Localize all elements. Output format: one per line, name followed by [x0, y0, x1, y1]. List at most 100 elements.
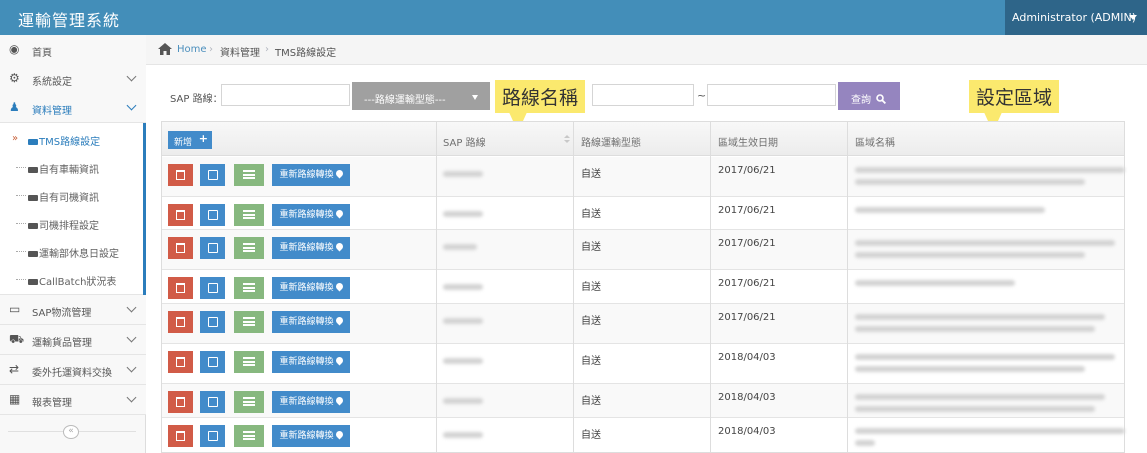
- sidebar-item-reports[interactable]: ▦ 報表管理: [0, 385, 146, 415]
- date-range-separator: ~: [697, 89, 707, 102]
- cell-area-name: [855, 167, 1125, 185]
- cell-sap-route: [443, 356, 483, 367]
- sidebar-item-goods[interactable]: ⛟ 運輸貨品管理: [0, 325, 146, 355]
- edit-button[interactable]: [200, 391, 225, 413]
- edit-button[interactable]: [200, 164, 225, 186]
- details-button[interactable]: [234, 425, 264, 447]
- delete-button[interactable]: [168, 425, 193, 447]
- reroute-button[interactable]: 重新路線轉換: [272, 164, 350, 186]
- reroute-button[interactable]: 重新路線轉換: [272, 351, 350, 373]
- reroute-label: 重新路線轉換: [279, 317, 334, 327]
- breadcrumb-level1[interactable]: 資料管理: [220, 44, 260, 59]
- sidebar-item-home[interactable]: ◉ 首頁: [0, 35, 146, 65]
- reroute-button[interactable]: 重新路線轉換: [272, 237, 350, 259]
- tree-line: [16, 167, 26, 168]
- table-row: 重新路線轉換 自送 2018/04/03: [162, 344, 1124, 384]
- map-marker-icon: [334, 208, 344, 219]
- delete-button[interactable]: [168, 164, 193, 186]
- sidebar-item-system-settings[interactable]: ⚙ 系統設定: [0, 64, 146, 94]
- sidebar-item-sap-logistics[interactable]: ▭ SAP物流管理: [0, 295, 146, 325]
- route-type-select-value: ---路線運輸型態---: [364, 95, 446, 106]
- details-button[interactable]: [234, 351, 264, 373]
- submenu-item-rest-days[interactable]: 運輸部休息日設定: [0, 237, 146, 265]
- edit-button[interactable]: [200, 311, 225, 333]
- reroute-button[interactable]: 重新路線轉換: [272, 391, 350, 413]
- reroute-button[interactable]: 重新路線轉換: [272, 204, 350, 226]
- sidebar-item-outsource[interactable]: ⇄ 委外托運資料交換: [0, 355, 146, 385]
- delete-button[interactable]: [168, 237, 193, 259]
- cell-area-name: [855, 240, 1115, 258]
- edit-icon: [207, 357, 218, 367]
- edit-button[interactable]: [200, 425, 225, 447]
- map-marker-icon: [334, 429, 344, 440]
- user-menu[interactable]: Administrator (ADMIN): [1005, 0, 1147, 35]
- col-header-area-name[interactable]: 區域名稱: [855, 134, 895, 149]
- chevron-down-icon: [126, 332, 137, 343]
- edit-button[interactable]: [200, 277, 225, 299]
- col-header-sap-route[interactable]: SAP 路線: [443, 134, 486, 149]
- delete-button[interactable]: [168, 277, 193, 299]
- table-row: 重新路線轉換 自送 2017/06/21: [162, 270, 1124, 304]
- details-button[interactable]: [234, 277, 264, 299]
- submenu-item-callbatch[interactable]: CallBatch狀況表: [0, 265, 146, 293]
- list-icon: [243, 431, 255, 440]
- route-type-select[interactable]: ---路線運輸型態---: [352, 82, 490, 110]
- dashboard-icon: ◉: [9, 42, 20, 56]
- sort-icon[interactable]: [564, 135, 570, 144]
- sap-route-input[interactable]: [221, 84, 350, 106]
- map-marker-icon: [334, 281, 344, 292]
- edit-button[interactable]: [200, 204, 225, 226]
- reroute-button[interactable]: 重新路線轉換: [272, 311, 350, 333]
- edit-button[interactable]: [200, 351, 225, 373]
- delete-button[interactable]: [168, 204, 193, 226]
- edit-button[interactable]: [200, 237, 225, 259]
- sidebar-item-label: 委外托運資料交換: [32, 368, 112, 379]
- submenu-item-tms-route[interactable]: » TMS路線設定: [0, 125, 146, 153]
- details-button[interactable]: [234, 237, 264, 259]
- submenu-item-driver-schedule[interactable]: 司機排程設定: [0, 209, 146, 237]
- delete-button[interactable]: [168, 351, 193, 373]
- map-marker-icon: [334, 395, 344, 406]
- tree-line: [16, 223, 26, 224]
- add-button-label: 新增: [174, 138, 193, 148]
- date-from-input[interactable]: [592, 84, 694, 106]
- col-header-effective-date[interactable]: 區域生效日期: [718, 134, 778, 149]
- sidebar-item-data-management[interactable]: ♟ 資料管理: [0, 93, 146, 123]
- details-button[interactable]: [234, 311, 264, 333]
- cell-effective-date: 2017/06/21: [718, 238, 776, 249]
- grid-icon: ▦: [9, 392, 21, 406]
- sidebar-item-label: 系統設定: [32, 77, 72, 88]
- submenu-item-vehicles[interactable]: 自有車輛資訊: [0, 153, 146, 181]
- reroute-label: 重新路線轉換: [279, 170, 334, 180]
- cell-route-type: 自送: [581, 430, 601, 441]
- cell-area-name: [855, 207, 1045, 213]
- breadcrumb-home-link[interactable]: Home: [177, 44, 207, 55]
- details-button[interactable]: [234, 391, 264, 413]
- breadcrumb-current: TMS路線設定: [275, 48, 337, 59]
- submenu-item-drivers[interactable]: 自有司機資訊: [0, 181, 146, 209]
- table-header: 新增 + SAP 路線 路線運輸型態 區域生效日期 區域名稱: [162, 122, 1124, 156]
- reroute-label: 重新路線轉換: [279, 397, 334, 407]
- date-to-input[interactable]: [707, 84, 836, 106]
- column-divider: [573, 122, 574, 453]
- add-button[interactable]: 新增 +: [168, 131, 212, 149]
- reroute-button[interactable]: 重新路線轉換: [272, 277, 350, 299]
- details-button[interactable]: [234, 204, 264, 226]
- details-button[interactable]: [234, 164, 264, 186]
- submenu-label: CallBatch狀況表: [39, 277, 117, 288]
- delete-button[interactable]: [168, 311, 193, 333]
- query-button[interactable]: 查詢: [838, 82, 900, 110]
- sidebar-item-label: 首頁: [32, 48, 52, 59]
- calendar-icon: [28, 251, 38, 257]
- route-table: 新增 + SAP 路線 路線運輸型態 區域生效日期 區域名稱 重新路線轉換 自送 20…: [161, 121, 1125, 453]
- col-header-route-type[interactable]: 路線運輸型態: [581, 134, 641, 149]
- table-row: 重新路線轉換 自送 2017/06/21: [162, 230, 1124, 270]
- sidebar-collapse-button[interactable]: «: [63, 425, 79, 439]
- delete-button[interactable]: [168, 391, 193, 413]
- cogs-icon: ⚙: [9, 71, 20, 85]
- list-icon: [243, 210, 255, 219]
- list-icon: [243, 317, 255, 326]
- reroute-button[interactable]: 重新路線轉換: [272, 425, 350, 447]
- trash-icon: [176, 210, 185, 220]
- chevron-down-icon: [126, 362, 137, 373]
